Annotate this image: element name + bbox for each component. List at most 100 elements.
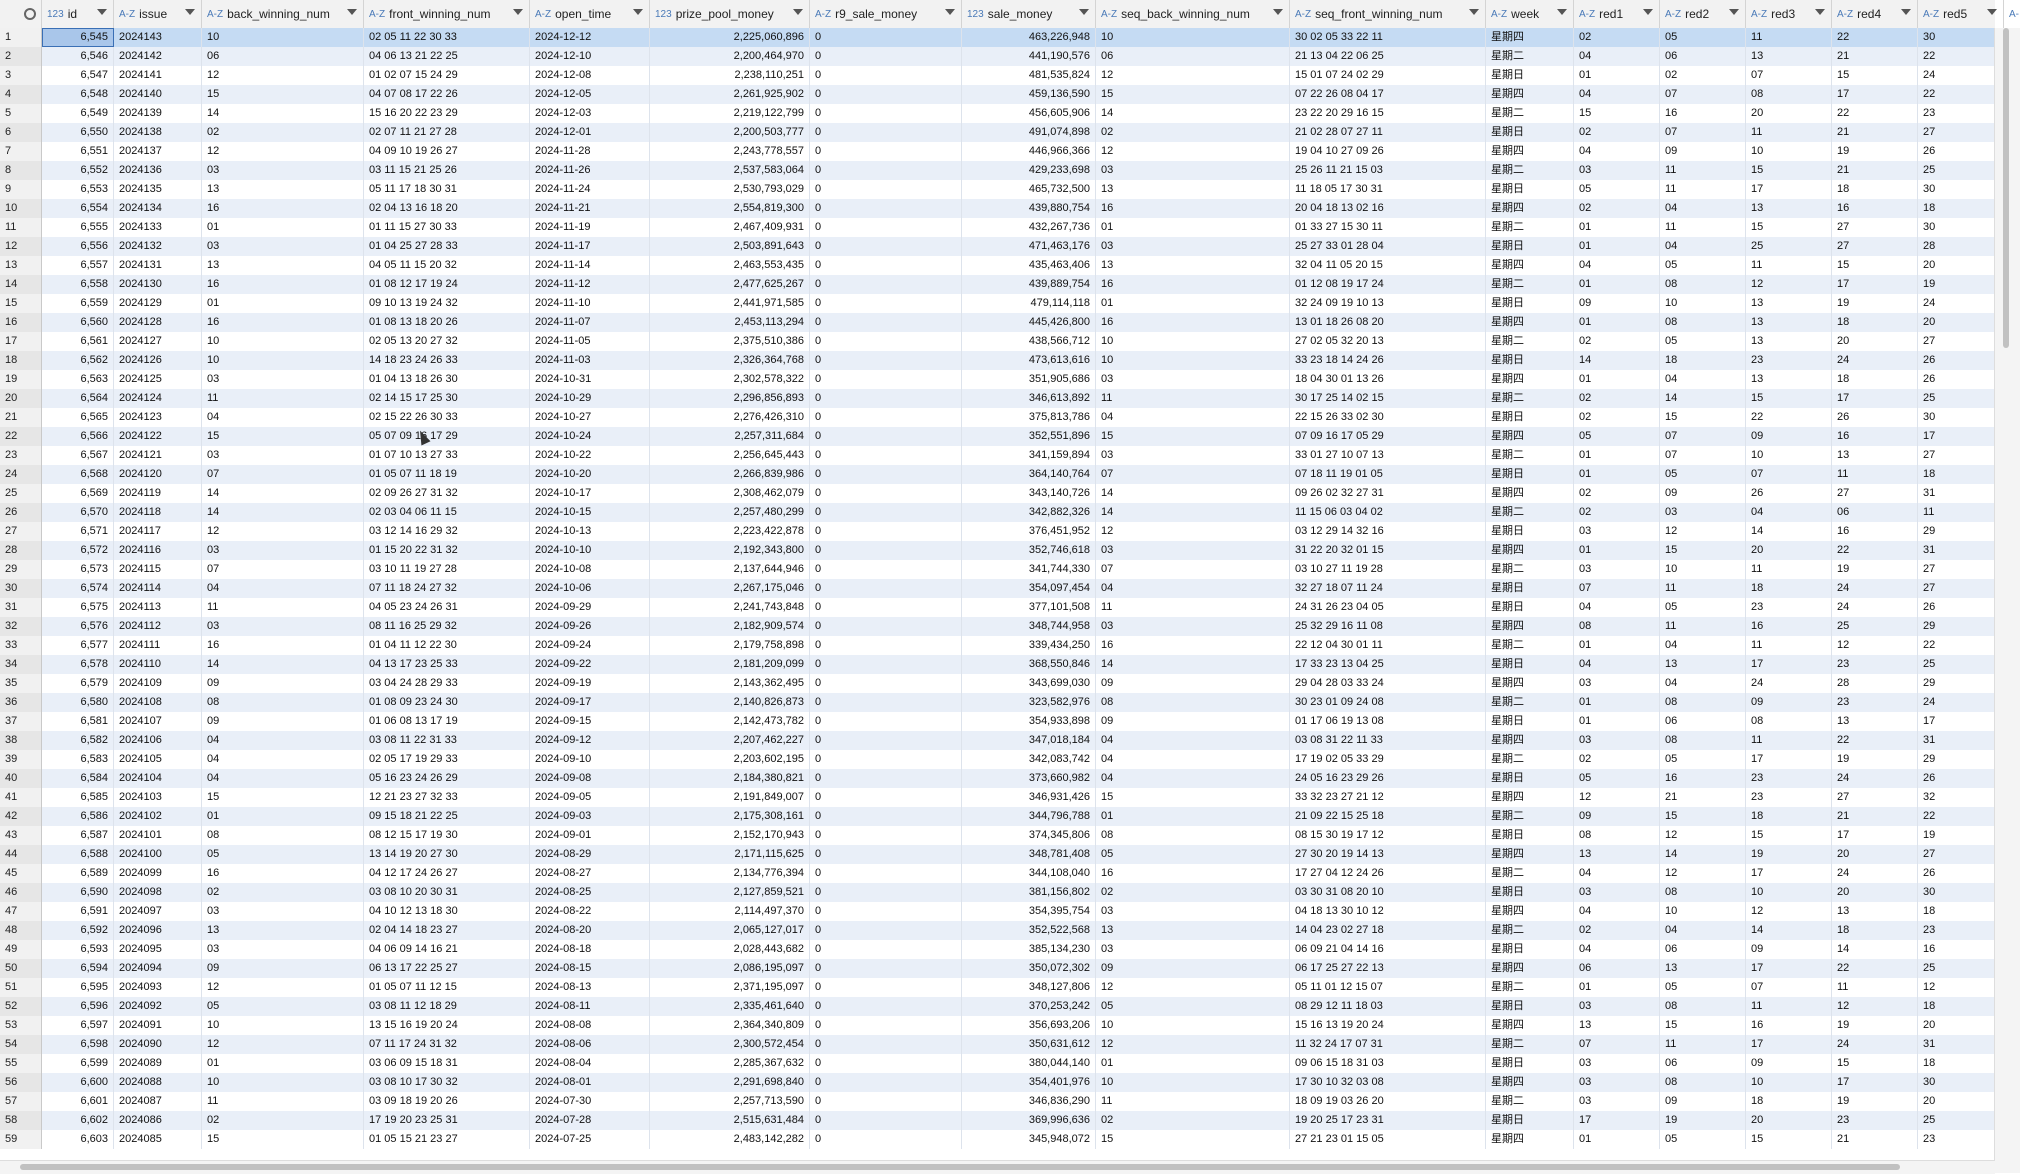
cell-seq_back_winning_num[interactable]: 10	[1096, 351, 1290, 370]
cell-seq_back_winning_num[interactable]: 03	[1096, 902, 1290, 921]
cell-seq_back_winning_num[interactable]: 11	[1096, 598, 1290, 617]
cell-open_time[interactable]: 2024-08-06	[530, 1035, 650, 1054]
cell-red4[interactable]: 18	[1832, 370, 1918, 389]
sort-filter-icon[interactable]	[347, 9, 357, 15]
cell-red2[interactable]: 18	[1660, 351, 1746, 370]
cell-id[interactable]: 6,592	[42, 921, 114, 940]
cell-red3[interactable]: 11	[1746, 256, 1832, 275]
cell-red2[interactable]: 10	[1660, 294, 1746, 313]
cell-red5[interactable]: 11	[1918, 503, 2004, 522]
cell-week[interactable]: 星期四	[1486, 85, 1574, 104]
column-header-sale_money[interactable]: 123 sale_money	[962, 0, 1096, 28]
cell-issue[interactable]: 2024119	[114, 484, 202, 503]
cell-r9_sale_money[interactable]: 0	[810, 655, 962, 674]
row-number[interactable]: 55	[0, 1054, 42, 1073]
cell-back_winning_num[interactable]: 16	[202, 636, 364, 655]
cell-issue[interactable]: 2024108	[114, 693, 202, 712]
cell-red3[interactable]: 17	[1746, 750, 1832, 769]
cell-back_winning_num[interactable]: 12	[202, 142, 364, 161]
cell-id[interactable]: 6,595	[42, 978, 114, 997]
cell-seq_back_winning_num[interactable]: 03	[1096, 370, 1290, 389]
cell-red4[interactable]: 19	[1832, 750, 1918, 769]
cell-r9_sale_money[interactable]: 0	[810, 256, 962, 275]
cell-r9_sale_money[interactable]: 0	[810, 636, 962, 655]
cell-red3[interactable]: 13	[1746, 199, 1832, 218]
row-number[interactable]: 19	[0, 370, 42, 389]
cell-issue[interactable]: 2024139	[114, 104, 202, 123]
cell-issue[interactable]: 2024133	[114, 218, 202, 237]
cell-sale_money[interactable]: 441,190,576	[962, 47, 1096, 66]
cell-seq_back_winning_num[interactable]: 03	[1096, 940, 1290, 959]
cell-sale_money[interactable]: 473,613,616	[962, 351, 1096, 370]
cell-red2[interactable]: 07	[1660, 427, 1746, 446]
cell-r9_sale_money[interactable]: 0	[810, 370, 962, 389]
cell-red3[interactable]: 23	[1746, 351, 1832, 370]
sort-filter-icon[interactable]	[1469, 9, 1479, 15]
cell-prize_pool_money[interactable]: 2,200,503,777	[650, 123, 810, 142]
cell-red4[interactable]: 06	[1832, 503, 1918, 522]
column-header-seq_front_winning_num[interactable]: A-Z seq_front_winning_num	[1290, 0, 1486, 28]
cell-seq_back_winning_num[interactable]: 04	[1096, 750, 1290, 769]
cell-red1[interactable]: 02	[1574, 750, 1660, 769]
cell-red1[interactable]: 03	[1574, 1073, 1660, 1092]
cell-seq_back_winning_num[interactable]: 03	[1096, 161, 1290, 180]
cell-red3[interactable]: 09	[1746, 1054, 1832, 1073]
cell-red1[interactable]: 03	[1574, 997, 1660, 1016]
cell-open_time[interactable]: 2024-08-27	[530, 864, 650, 883]
cell-open_time[interactable]: 2024-09-08	[530, 769, 650, 788]
cell-front_winning_num[interactable]: 07 11 18 24 27 32	[364, 579, 530, 598]
cell-red1[interactable]: 04	[1574, 256, 1660, 275]
cell-back_winning_num[interactable]: 10	[202, 1016, 364, 1035]
cell-back_winning_num[interactable]: 06	[202, 47, 364, 66]
cell-red3[interactable]: 10	[1746, 142, 1832, 161]
cell-prize_pool_money[interactable]: 2,175,308,161	[650, 807, 810, 826]
cell-issue[interactable]: 2024103	[114, 788, 202, 807]
table-row[interactable]: 42 6,586 2024102 01 09 15 18 21 22 25 2024-09…	[0, 807, 2015, 826]
cell-open_time[interactable]: 2024-07-30	[530, 1092, 650, 1111]
cell-red5[interactable]: 29	[1918, 750, 2004, 769]
cell-front_winning_num[interactable]: 02 05 11 22 30 33	[364, 28, 530, 47]
cell-back_winning_num[interactable]: 14	[202, 503, 364, 522]
cell-back_winning_num[interactable]: 08	[202, 693, 364, 712]
cell-red3[interactable]: 20	[1746, 541, 1832, 560]
row-number[interactable]: 48	[0, 921, 42, 940]
cell-back_winning_num[interactable]: 16	[202, 275, 364, 294]
cell-back_winning_num[interactable]: 03	[202, 940, 364, 959]
cell-red5[interactable]: 18	[1918, 1054, 2004, 1073]
cell-red3[interactable]: 17	[1746, 864, 1832, 883]
cell-prize_pool_money[interactable]: 2,219,122,799	[650, 104, 810, 123]
table-row[interactable]: 30 6,574 2024114 04 07 11 18 24 27 32 2024-10…	[0, 579, 2015, 598]
cell-week[interactable]: 星期日	[1486, 769, 1574, 788]
cell-back_winning_num[interactable]: 04	[202, 750, 364, 769]
cell-red2[interactable]: 08	[1660, 731, 1746, 750]
cell-week[interactable]: 星期日	[1486, 655, 1574, 674]
table-row[interactable]: 43 6,587 2024101 08 08 12 15 17 19 30 2024-09…	[0, 826, 2015, 845]
cell-r9_sale_money[interactable]: 0	[810, 180, 962, 199]
cell-back_winning_num[interactable]: 04	[202, 408, 364, 427]
cell-red1[interactable]: 15	[1574, 104, 1660, 123]
cell-seq_back_winning_num[interactable]: 05	[1096, 845, 1290, 864]
cell-red5[interactable]: 20	[1918, 313, 2004, 332]
cell-red4[interactable]: 24	[1832, 864, 1918, 883]
cell-r9_sale_money[interactable]: 0	[810, 123, 962, 142]
cell-red2[interactable]: 15	[1660, 541, 1746, 560]
cell-prize_pool_money[interactable]: 2,241,743,848	[650, 598, 810, 617]
table-row[interactable]: 51 6,595 2024093 12 01 05 07 11 12 15 2024-08…	[0, 978, 2015, 997]
cell-r9_sale_money[interactable]: 0	[810, 199, 962, 218]
cell-red5[interactable]: 29	[1918, 522, 2004, 541]
cell-id[interactable]: 6,587	[42, 826, 114, 845]
table-row[interactable]: 20 6,564 2024124 11 02 14 15 17 25 30 2024-10…	[0, 389, 2015, 408]
cell-open_time[interactable]: 2024-11-05	[530, 332, 650, 351]
cell-front_winning_num[interactable]: 04 05 23 24 26 31	[364, 598, 530, 617]
cell-id[interactable]: 6,566	[42, 427, 114, 446]
row-number[interactable]: 26	[0, 503, 42, 522]
cell-prize_pool_money[interactable]: 2,503,891,643	[650, 237, 810, 256]
cell-week[interactable]: 星期四	[1486, 959, 1574, 978]
cell-seq_front_winning_num[interactable]: 19 20 25 17 23 31	[1290, 1111, 1486, 1130]
vertical-scroll-thumb[interactable]	[2003, 28, 2009, 348]
cell-red4[interactable]: 17	[1832, 85, 1918, 104]
cell-open_time[interactable]: 2024-09-26	[530, 617, 650, 636]
cell-red4[interactable]: 27	[1832, 788, 1918, 807]
cell-red5[interactable]: 27	[1918, 579, 2004, 598]
cell-red4[interactable]: 24	[1832, 579, 1918, 598]
